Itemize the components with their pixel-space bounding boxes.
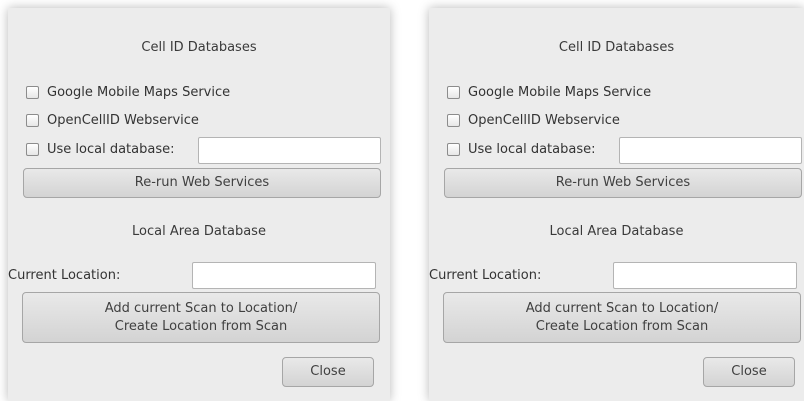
- rerun-web-services-button[interactable]: Re-run Web Services: [444, 168, 802, 198]
- local-database-label: Use local database:: [47, 142, 175, 157]
- opencellid-checkbox[interactable]: [447, 114, 460, 127]
- add-scan-to-location-button[interactable]: Add current Scan to Location/ Create Loc…: [443, 292, 801, 343]
- local-database-checkbox[interactable]: [26, 143, 39, 156]
- google-mobile-maps-label: Google Mobile Maps Service: [468, 85, 652, 100]
- current-location-input[interactable]: [192, 262, 376, 289]
- current-location-input[interactable]: [613, 262, 797, 289]
- cell-id-databases-heading: Cell ID Databases: [558, 40, 675, 55]
- add-scan-label-line2: Create Location from Scan: [114, 318, 288, 334]
- local-database-label: Use local database:: [468, 142, 596, 157]
- close-button-label: Close: [310, 364, 346, 379]
- local-database-input[interactable]: [198, 137, 381, 164]
- google-mobile-maps-label: Google Mobile Maps Service: [47, 85, 231, 100]
- opencellid-label: OpenCellID Webservice: [468, 113, 620, 128]
- google-mobile-maps-option[interactable]: Google Mobile Maps Service: [26, 85, 230, 100]
- local-area-database-heading: Local Area Database: [549, 224, 684, 239]
- close-button-label: Close: [731, 364, 767, 379]
- opencellid-option[interactable]: OpenCellID Webservice: [26, 113, 199, 128]
- add-scan-label-line1: Add current Scan to Location/: [104, 300, 298, 316]
- close-button[interactable]: Close: [282, 357, 374, 387]
- rerun-web-services-button[interactable]: Re-run Web Services: [23, 168, 381, 198]
- google-mobile-maps-option[interactable]: Google Mobile Maps Service: [447, 85, 651, 100]
- opencellid-checkbox[interactable]: [26, 114, 39, 127]
- current-location-label: Current Location:: [8, 268, 121, 283]
- rerun-web-services-label: Re-run Web Services: [555, 175, 691, 190]
- current-location-label: Current Location:: [429, 268, 542, 283]
- local-area-database-heading: Local Area Database: [132, 224, 266, 239]
- opencellid-label: OpenCellID Webservice: [47, 113, 199, 128]
- add-scan-label-line2: Create Location from Scan: [535, 318, 709, 334]
- add-scan-label-line1: Add current Scan to Location/: [525, 300, 719, 316]
- rerun-web-services-label: Re-run Web Services: [134, 175, 270, 190]
- local-database-option[interactable]: Use local database:: [447, 142, 596, 157]
- dialog-right: Cell ID Databases Google Mobile Maps Ser…: [429, 8, 804, 401]
- opencellid-option[interactable]: OpenCellID Webservice: [447, 113, 620, 128]
- local-database-checkbox[interactable]: [447, 143, 460, 156]
- google-mobile-maps-checkbox[interactable]: [447, 86, 460, 99]
- google-mobile-maps-checkbox[interactable]: [26, 86, 39, 99]
- local-database-input[interactable]: [619, 137, 802, 164]
- close-button[interactable]: Close: [703, 357, 795, 387]
- dialog-left: Cell ID Databases Google Mobile Maps Ser…: [8, 8, 390, 401]
- add-scan-to-location-button[interactable]: Add current Scan to Location/ Create Loc…: [22, 292, 380, 343]
- cell-id-databases-heading: Cell ID Databases: [141, 40, 257, 55]
- local-database-option[interactable]: Use local database:: [26, 142, 175, 157]
